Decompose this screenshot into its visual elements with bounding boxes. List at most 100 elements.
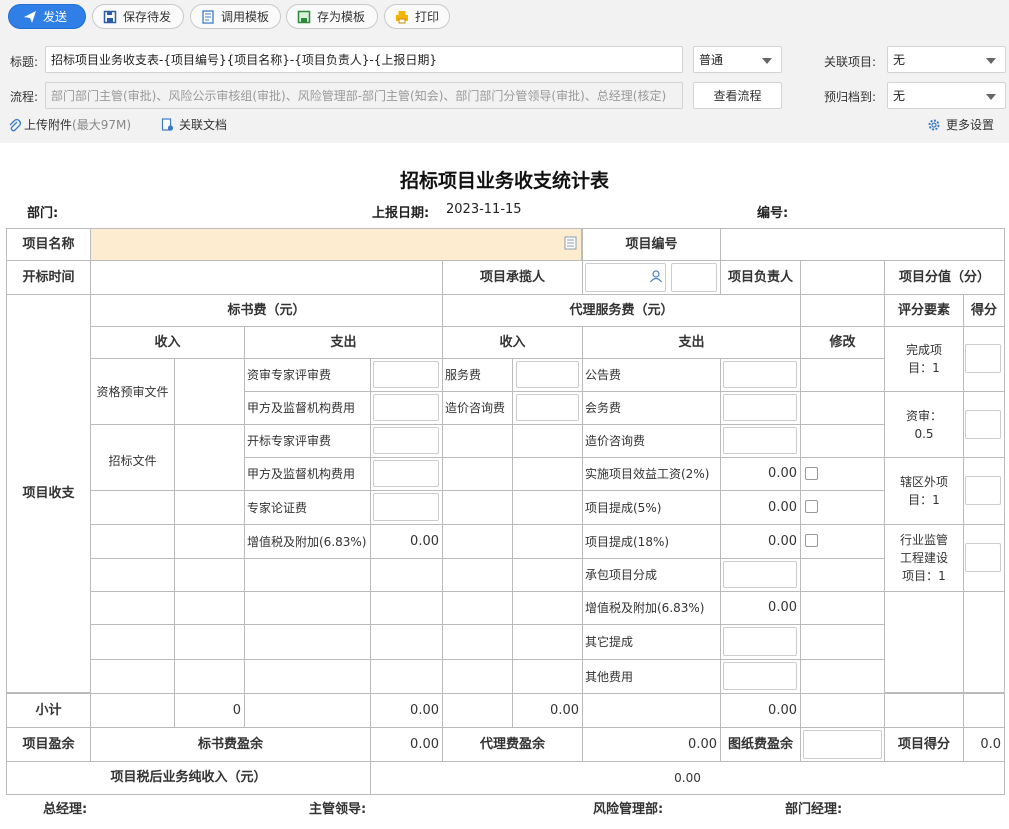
modify-cell (800, 659, 885, 694)
agency-expense-input[interactable] (723, 627, 797, 656)
empty-cell (174, 591, 245, 625)
priority-select[interactable]: 普通 (693, 46, 782, 73)
drawing-surplus-label: 图纸费盈余 (720, 727, 801, 762)
agency-expense-item: 增值税及附加(6.83%) (582, 591, 721, 625)
print-button[interactable]: 打印 (384, 4, 450, 29)
empty-cell (442, 558, 513, 592)
subtotal-label: 小计 (6, 693, 91, 728)
score-input[interactable] (965, 344, 1001, 373)
empty-cell (512, 424, 583, 458)
more-settings-link[interactable]: 更多设置 (927, 116, 994, 133)
empty-cell (174, 524, 245, 559)
empty-cell (582, 693, 721, 728)
agency-expense-item: 公告费 (582, 358, 721, 392)
modify-cell (800, 391, 885, 425)
upload-attachment-link[interactable]: 上传附件 (最大97M) (8, 116, 131, 133)
score-input[interactable] (965, 543, 1001, 572)
send-button[interactable]: 发送 (8, 4, 86, 29)
flow-label: 流程: (10, 90, 39, 104)
modify-checkbox[interactable] (805, 500, 818, 513)
flow-input: 部门部门主管(审批)、风险公示审核组(审批)、风险管理部-部门主管(知会)、部门… (45, 82, 683, 109)
save-template-button[interactable]: 存为模板 (286, 4, 378, 29)
empty-cell (370, 624, 443, 660)
qual-doc-label: 资格预审文件 (90, 358, 175, 425)
related-project-select[interactable]: 无 (887, 46, 1006, 73)
agency-expense-input[interactable] (723, 561, 797, 588)
empty-cell (512, 457, 583, 491)
empty-cell (442, 591, 513, 625)
empty-cell (442, 424, 513, 458)
empty-cell (442, 524, 513, 559)
empty-cell (90, 524, 175, 559)
empty-cell (244, 624, 371, 660)
bid-expense-input[interactable] (373, 427, 439, 454)
view-flow-button[interactable]: 查看流程 (693, 82, 782, 109)
agency-expense-header: 支出 (582, 326, 801, 359)
archive-select[interactable]: 无 (887, 82, 1006, 109)
agency-expense-input[interactable] (723, 394, 797, 421)
picker-icon[interactable] (564, 236, 577, 250)
agency-surplus-label: 代理费盈余 (442, 727, 583, 762)
empty-cell (442, 457, 513, 491)
save-template-icon (297, 10, 311, 23)
empty-cell (442, 693, 513, 728)
leader-label: 项目负责人 (720, 260, 801, 295)
modify-cell (800, 358, 885, 392)
template-icon (202, 9, 214, 24)
empty-cell (90, 624, 175, 660)
empty-cell (174, 659, 245, 694)
bid-expense-input[interactable] (373, 493, 439, 521)
modify-cell (800, 424, 885, 458)
empty-cell (512, 490, 583, 525)
agency-expense-item: 其他费用 (582, 659, 721, 694)
user-icon[interactable] (649, 269, 663, 283)
supervisor-sign-label: 主管领导: (309, 802, 367, 817)
title-input[interactable]: 招标项目业务收支表-{项目编号}{项目名称}-{项目负责人}-{上报日期} (45, 46, 683, 73)
empty-cell (90, 558, 175, 592)
project-number-label: 项目编号 (582, 228, 721, 261)
empty-cell (512, 524, 583, 559)
score-input[interactable] (965, 410, 1001, 439)
modify-checkbox[interactable] (805, 534, 818, 547)
bid-expense-input[interactable] (373, 361, 439, 388)
surplus-label: 项目盈余 (6, 727, 91, 762)
agency-expense-item: 承包项目分成 (582, 558, 721, 592)
use-template-button[interactable]: 调用模板 (190, 4, 281, 29)
bid-expense-input[interactable] (373, 394, 439, 421)
title-label: 标题: (10, 55, 39, 69)
empty-cell (370, 558, 443, 592)
bid-doc-fee-header: 标书费（元） (90, 294, 443, 327)
drawing-surplus-input[interactable] (803, 730, 882, 759)
project-score-value: 0.0 (963, 727, 1005, 762)
bid-time-value[interactable] (90, 260, 443, 295)
empty-cell (90, 693, 175, 728)
bid-expense-item: 增值税及附加(6.83%) (244, 524, 371, 559)
print-icon (396, 10, 408, 23)
agency-income-input[interactable] (516, 361, 579, 388)
bid-expense-header: 支出 (244, 326, 443, 359)
agency-expense-input[interactable] (723, 427, 797, 454)
bid-expense-subtotal: 0.00 (370, 693, 443, 728)
empty-cell (512, 624, 583, 660)
bid-surplus-label: 标书费盈余 (90, 727, 371, 762)
bid-surplus-value: 0.00 (370, 727, 443, 762)
score-input[interactable] (965, 476, 1001, 505)
bid-expense-item: 资审专家评审费 (244, 358, 371, 392)
empty-cell (90, 659, 175, 694)
bid-expense-input[interactable] (373, 460, 439, 487)
contractor-share-input[interactable] (671, 263, 717, 292)
project-name-input[interactable] (90, 228, 582, 261)
empty-cell (244, 693, 371, 728)
dept-manager-sign-label: 部门经理: (785, 802, 843, 817)
agency-income-input[interactable] (516, 394, 579, 421)
related-doc-link[interactable]: 关联文档 (161, 116, 227, 133)
empty-cell (244, 659, 371, 694)
save-draft-button[interactable]: 保存待发 (92, 4, 184, 29)
agency-expense-input[interactable] (723, 361, 797, 388)
project-score-label: 项目得分 (884, 727, 964, 762)
modify-checkbox[interactable] (805, 467, 818, 480)
agency-expense-input[interactable] (723, 662, 797, 690)
empty-cell (512, 558, 583, 592)
empty-cell (174, 490, 245, 525)
agency-expense-item: 其它提成 (582, 624, 721, 660)
